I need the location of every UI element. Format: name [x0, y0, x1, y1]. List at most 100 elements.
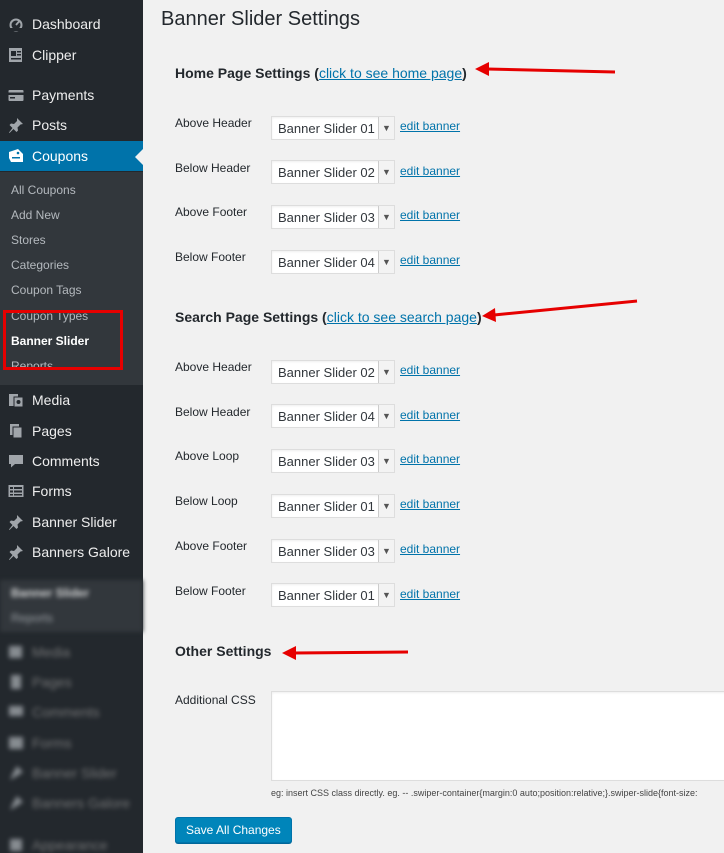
menu-dashboard[interactable]: Dashboard — [0, 9, 143, 39]
submenu-all-coupons[interactable]: All Coupons — [11, 181, 76, 199]
blurred-menu-banners-galore: Banners Galore — [0, 788, 143, 818]
appearance-icon — [8, 837, 24, 853]
search-above-footer-select[interactable]: Banner Slider 03 ▼ — [271, 539, 395, 563]
blurred-menu-forms: Forms — [0, 728, 143, 758]
blurred-menu-banner-slider: Banner Slider — [0, 758, 143, 788]
home-page-link[interactable]: click to see home page — [319, 65, 462, 81]
edit-banner-link[interactable]: edit banner — [400, 253, 460, 267]
menu-label: Dashboard — [32, 16, 101, 32]
menu-label: Banner Slider — [32, 765, 117, 781]
menu-label: Media — [32, 644, 71, 660]
menu-pages[interactable]: Pages — [0, 416, 143, 446]
select-value: Banner Slider 03 — [278, 453, 375, 469]
save-all-changes-button[interactable]: Save All Changes — [175, 817, 292, 843]
admin-sidebar: Dashboard Clipper Payments Posts Coupons… — [0, 0, 143, 853]
select-value: Banner Slider 01 — [278, 498, 375, 514]
annotation-arrow-icon — [475, 62, 616, 76]
submenu-categories[interactable]: Categories — [11, 256, 69, 274]
menu-coupons[interactable]: Coupons — [0, 141, 143, 171]
comments-icon — [8, 704, 24, 720]
chevron-down-icon: ▼ — [378, 251, 394, 273]
edit-banner-link[interactable]: edit banner — [400, 497, 460, 511]
chevron-down-icon: ▼ — [378, 540, 394, 562]
search-below-loop-select[interactable]: Banner Slider 01 ▼ — [271, 494, 395, 518]
select-value: Banner Slider 03 — [278, 209, 375, 225]
pin-icon — [8, 117, 24, 133]
edit-banner-link[interactable]: edit banner — [400, 164, 460, 178]
menu-label: Pages — [32, 423, 72, 439]
blurred-menu-comments: Comments — [0, 697, 143, 727]
coupons-icon — [8, 148, 24, 164]
menu-label: Posts — [32, 117, 68, 133]
pages-icon — [8, 674, 24, 690]
menu-label: Banner Slider — [32, 514, 117, 530]
search-section-label: Search Page Settings — [175, 309, 319, 325]
menu-clipper[interactable]: Clipper — [0, 40, 143, 70]
page-title: Banner Slider Settings — [161, 8, 361, 30]
select-value: Banner Slider 04 — [278, 254, 375, 270]
menu-label: Forms — [32, 483, 72, 499]
home-above-footer-select[interactable]: Banner Slider 03 ▼ — [271, 205, 395, 229]
chevron-down-icon: ▼ — [378, 405, 394, 427]
blurred-reports: Reports — [11, 611, 54, 625]
menu-media[interactable]: Media — [0, 385, 143, 415]
search-row-label: Below Footer — [175, 584, 246, 598]
menu-label: Forms — [32, 735, 72, 751]
search-below-header-select[interactable]: Banner Slider 04 ▼ — [271, 404, 395, 428]
menu-banner-slider[interactable]: Banner Slider — [0, 507, 143, 537]
home-below-header-select[interactable]: Banner Slider 02 ▼ — [271, 160, 395, 184]
menu-payments[interactable]: Payments — [0, 80, 143, 110]
submenu-coupon-tags[interactable]: Coupon Tags — [11, 281, 82, 299]
menu-label: Media — [32, 392, 71, 408]
search-above-loop-select[interactable]: Banner Slider 03 ▼ — [271, 449, 395, 473]
submenu-add-new[interactable]: Add New — [11, 206, 60, 224]
select-value: Banner Slider 03 — [278, 543, 375, 559]
menu-label: Banners Galore — [32, 795, 131, 811]
menu-label: Payments — [32, 87, 95, 103]
search-page-link[interactable]: click to see search page — [327, 309, 477, 325]
menu-comments[interactable]: Comments — [0, 446, 143, 476]
search-below-footer-select[interactable]: Banner Slider 01 ▼ — [271, 583, 395, 607]
submenu-stores[interactable]: Stores — [11, 231, 46, 249]
search-above-header-select[interactable]: Banner Slider 02 ▼ — [271, 360, 395, 384]
menu-forms[interactable]: Forms — [0, 476, 143, 506]
search-row-label: Above Footer — [175, 539, 248, 553]
chevron-down-icon: ▼ — [378, 495, 394, 517]
comments-icon — [8, 453, 24, 469]
chevron-down-icon: ▼ — [378, 361, 394, 383]
edit-banner-link[interactable]: edit banner — [400, 208, 460, 222]
pin-icon — [8, 765, 24, 781]
edit-banner-link[interactable]: edit banner — [400, 408, 460, 422]
chevron-down-icon: ▼ — [378, 117, 394, 139]
dashboard-icon — [8, 16, 24, 32]
edit-banner-link[interactable]: edit banner — [400, 363, 460, 377]
other-section-title: Other Settings — [175, 643, 272, 659]
chevron-down-icon: ▼ — [378, 450, 394, 472]
blurred-menu-pages: Pages — [0, 667, 143, 697]
search-row-label: Below Loop — [175, 494, 238, 508]
edit-banner-link[interactable]: edit banner — [400, 587, 460, 601]
menu-banners-galore[interactable]: Banners Galore — [0, 537, 143, 567]
search-row-label: Above Loop — [175, 449, 240, 463]
additional-css-textarea[interactable] — [271, 691, 724, 781]
edit-banner-link[interactable]: edit banner — [400, 542, 460, 556]
home-above-header-select[interactable]: Banner Slider 01 ▼ — [271, 116, 395, 140]
menu-posts[interactable]: Posts — [0, 110, 143, 140]
edit-banner-link[interactable]: edit banner — [400, 452, 460, 466]
home-row-label: Above Header — [175, 116, 252, 130]
select-value: Banner Slider 02 — [278, 364, 375, 380]
select-value: Banner Slider 01 — [278, 120, 375, 136]
clipper-icon — [8, 47, 24, 63]
annotation-arrow-icon — [282, 646, 409, 660]
select-value: Banner Slider 01 — [278, 587, 375, 603]
menu-label: Comments — [32, 453, 100, 469]
pin-icon — [8, 795, 24, 811]
edit-banner-link[interactable]: edit banner — [400, 119, 460, 133]
media-icon — [8, 392, 24, 408]
home-below-footer-select[interactable]: Banner Slider 04 ▼ — [271, 250, 395, 274]
home-section-title: Home Page Settings (click to see home pa… — [175, 65, 467, 81]
forms-icon — [8, 735, 24, 751]
home-row-label: Above Footer — [175, 205, 248, 219]
blurred-menu-media: Media — [0, 637, 143, 667]
home-row-label: Below Header — [175, 161, 251, 175]
